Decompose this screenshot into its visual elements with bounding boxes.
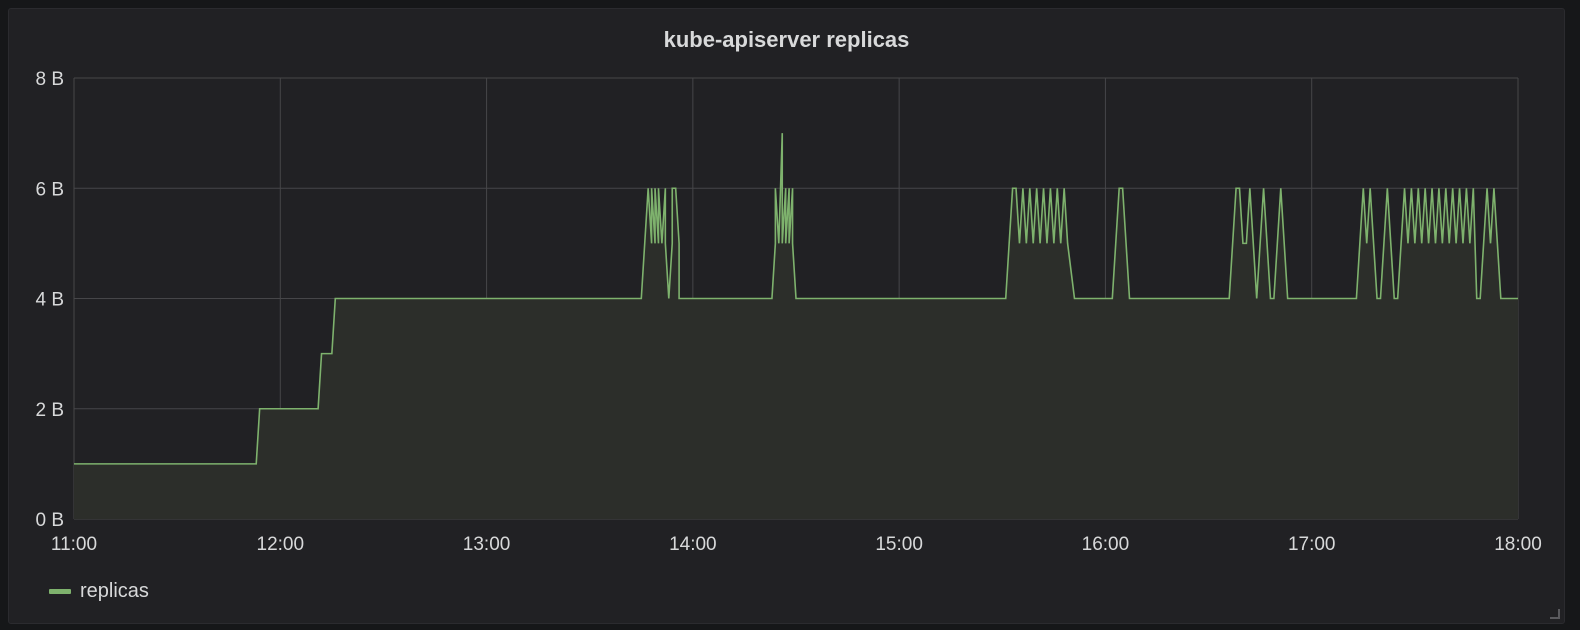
y-tick-label: 8 B bbox=[35, 69, 64, 90]
resize-handle[interactable] bbox=[1550, 609, 1560, 619]
legend-swatch bbox=[49, 589, 71, 594]
chart-panel: kube-apiserver replicas 0 B2 B4 B6 B8 B1… bbox=[8, 8, 1565, 624]
x-tick-label: 11:00 bbox=[51, 534, 97, 555]
y-tick-label: 4 B bbox=[35, 290, 64, 311]
x-tick-label: 18:00 bbox=[1494, 534, 1542, 555]
x-tick-label: 16:00 bbox=[1082, 534, 1130, 555]
y-tick-label: 0 B bbox=[35, 510, 64, 531]
y-tick-label: 2 B bbox=[35, 400, 64, 421]
chart-svg: 0 B 2 B 4 B 6 B 8 B 11:00 12:00 13:00 14:00 15:00… bbox=[35, 69, 1542, 555]
legend-item-replicas[interactable]: replicas bbox=[49, 580, 149, 603]
area-layer bbox=[74, 133, 1518, 519]
legend-label: replicas bbox=[80, 580, 149, 602]
series-area-replicas bbox=[74, 133, 1518, 519]
x-tick-label: 12:00 bbox=[257, 534, 305, 555]
x-tick-label: 14:00 bbox=[669, 534, 717, 555]
x-tick-label: 17:00 bbox=[1288, 534, 1336, 555]
x-tick-label: 15:00 bbox=[875, 534, 923, 555]
y-tick-label: 6 B bbox=[35, 179, 64, 200]
x-tick-label: 13:00 bbox=[463, 534, 511, 555]
